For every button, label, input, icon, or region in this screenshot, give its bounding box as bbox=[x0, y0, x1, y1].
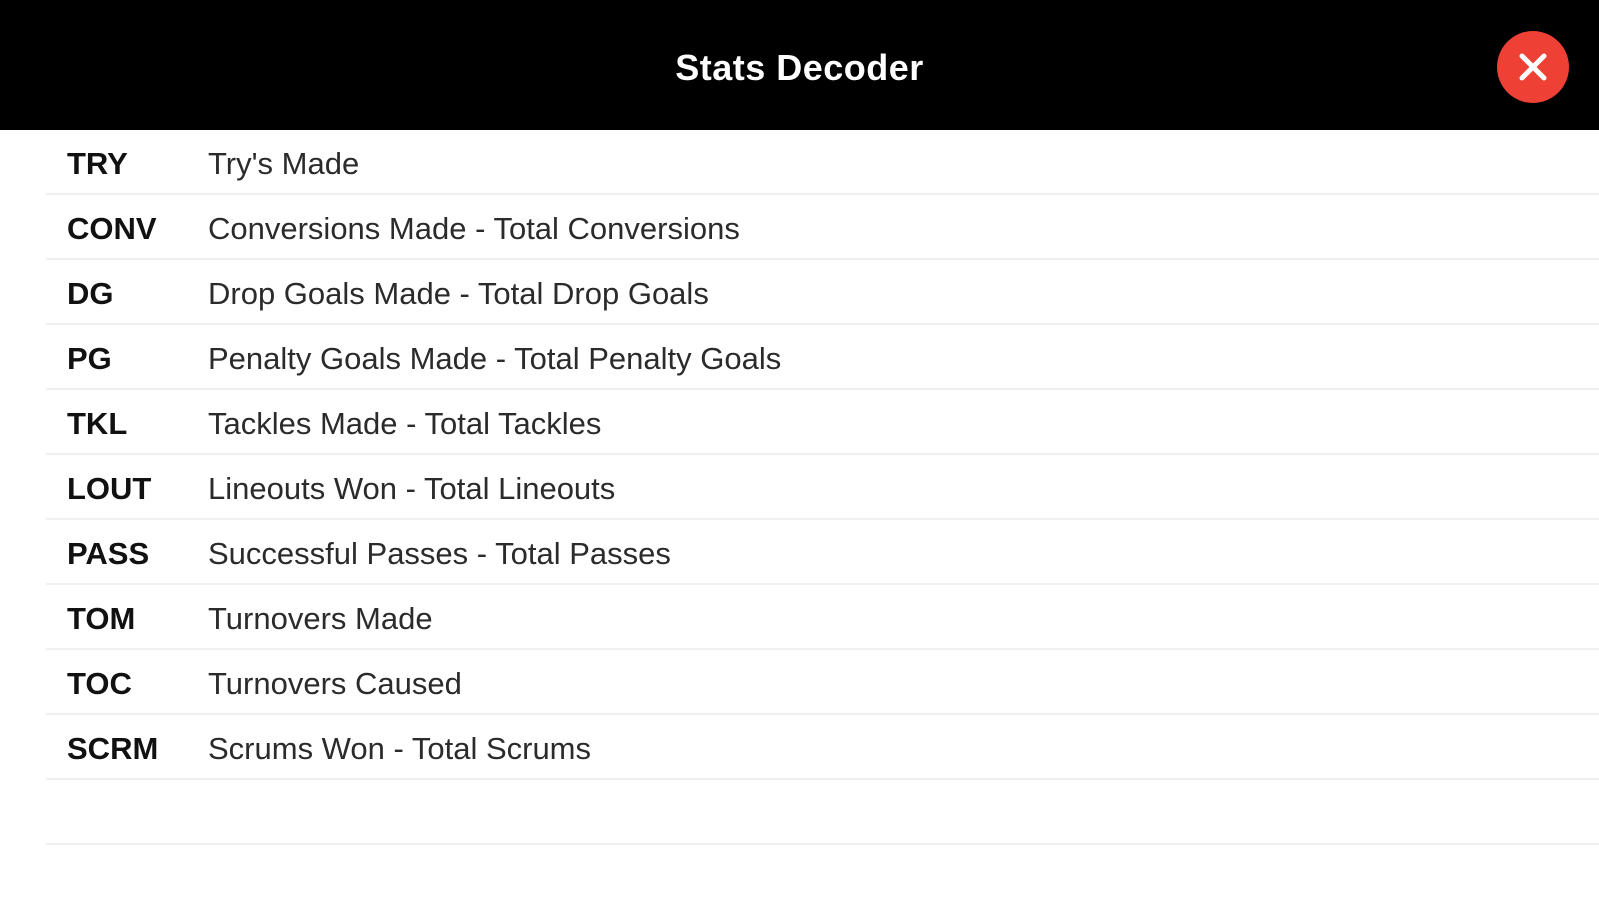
stat-abbreviation: TOC bbox=[67, 666, 132, 701]
stat-description: Penalty Goals Made - Total Penalty Goals bbox=[208, 341, 782, 376]
stat-abbreviation: TOM bbox=[67, 601, 136, 636]
list-item: DG Drop Goals Made - Total Drop Goals bbox=[0, 260, 1599, 325]
stats-list[interactable]: TRY Try's Made CONV Conversions Made - T… bbox=[0, 130, 1599, 845]
list-item: TRY Try's Made bbox=[0, 130, 1599, 195]
stat-description: Drop Goals Made - Total Drop Goals bbox=[208, 276, 709, 311]
stat-abbreviation: LOUT bbox=[67, 471, 152, 506]
stat-abbreviation: TRY bbox=[67, 146, 128, 181]
list-item: TOM Turnovers Made bbox=[0, 585, 1599, 650]
stat-description: Lineouts Won - Total Lineouts bbox=[208, 471, 616, 506]
header-bar: Stats Decoder bbox=[0, 0, 1599, 130]
list-item: TOC Turnovers Caused bbox=[0, 650, 1599, 715]
stat-description: Try's Made bbox=[208, 146, 360, 181]
list-item: CONV Conversions Made - Total Conversion… bbox=[0, 195, 1599, 260]
stat-description: Scrums Won - Total Scrums bbox=[208, 731, 592, 766]
stat-abbreviation: SCRM bbox=[67, 731, 159, 766]
stat-description: Successful Passes - Total Passes bbox=[208, 536, 671, 571]
list-item: TKL Tackles Made - Total Tackles bbox=[0, 390, 1599, 455]
list-item: PG Penalty Goals Made - Total Penalty Go… bbox=[0, 325, 1599, 390]
list-item-empty bbox=[0, 780, 1599, 845]
list-item: SCRM Scrums Won - Total Scrums bbox=[0, 715, 1599, 780]
list-item: PASS Successful Passes - Total Passes bbox=[0, 520, 1599, 585]
stat-description: Turnovers Made bbox=[208, 601, 433, 636]
page-title: Stats Decoder bbox=[675, 47, 924, 88]
stat-abbreviation: PG bbox=[67, 341, 112, 376]
stat-abbreviation: DG bbox=[67, 276, 114, 311]
stats-decoder-screen: Stats Decoder TRY Try's Made CONV Conver… bbox=[0, 0, 1599, 900]
stat-description: Tackles Made - Total Tackles bbox=[208, 406, 602, 441]
stat-abbreviation: TKL bbox=[67, 406, 128, 441]
close-x-icon bbox=[1519, 53, 1547, 81]
stat-description: Conversions Made - Total Conversions bbox=[208, 211, 740, 246]
close-button[interactable] bbox=[1497, 31, 1569, 103]
stat-abbreviation: PASS bbox=[67, 536, 150, 571]
stat-description: Turnovers Caused bbox=[208, 666, 462, 701]
list-item: LOUT Lineouts Won - Total Lineouts bbox=[0, 455, 1599, 520]
stat-abbreviation: CONV bbox=[67, 211, 157, 246]
